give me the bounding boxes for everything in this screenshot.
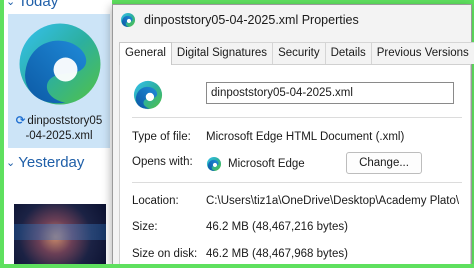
group-header-yesterday[interactable]: ⌄ Yesterday xyxy=(6,154,84,171)
type-value: Microsoft Edge HTML Document (.xml) xyxy=(206,131,405,143)
tab-general[interactable]: General xyxy=(119,42,172,65)
tab-previous-versions[interactable]: Previous Versions xyxy=(370,42,474,64)
general-panel: Type of file: Microsoft Edge HTML Docume… xyxy=(119,64,471,268)
divider xyxy=(132,117,462,118)
tab-digital-signatures[interactable]: Digital Signatures xyxy=(170,42,274,64)
frame-border xyxy=(0,264,474,268)
chevron-down-icon: ⌄ xyxy=(6,157,16,169)
opens-with-label: Opens with: xyxy=(132,156,193,168)
file-explorer-pane: ⌄ Today ⟳ dinpoststory05 -04-2025.xml ⌄ … xyxy=(4,0,112,264)
tab-security[interactable]: Security xyxy=(272,42,326,64)
file-name-label: ⟳ dinpoststory05 -04-2025.xml xyxy=(15,115,103,142)
edge-icon xyxy=(19,23,101,105)
size-on-disk-label: Size on disk: xyxy=(132,248,198,260)
group-label: Yesterday xyxy=(18,154,85,171)
edge-icon xyxy=(206,156,222,172)
edge-icon xyxy=(120,12,136,28)
tab-bar: General Digital Signatures Security Deta… xyxy=(119,42,474,65)
edge-icon xyxy=(133,80,163,110)
location-value: C:\Users\tiz1a\OneDrive\Desktop\Academy … xyxy=(206,195,460,207)
group-label: Today xyxy=(18,0,59,10)
dialog-title: dinpoststory05-04-2025.xml Properties xyxy=(144,13,359,27)
file-item-selected[interactable]: ⟳ dinpoststory05 -04-2025.xml xyxy=(8,14,110,148)
size-label: Size: xyxy=(132,221,158,233)
group-header-today[interactable]: ⌄ Today xyxy=(6,0,58,10)
divider xyxy=(132,182,462,183)
size-on-disk-value: 46.2 MB (48,467,968 bytes) xyxy=(206,248,348,260)
file-name-input[interactable] xyxy=(206,82,454,104)
location-label: Location: xyxy=(132,195,179,207)
tab-details[interactable]: Details xyxy=(324,42,372,64)
thumbnail-decoration xyxy=(14,224,106,240)
change-button[interactable]: Change... xyxy=(346,152,422,174)
opens-with-app: Microsoft Edge xyxy=(228,158,305,170)
dialog-titlebar[interactable]: dinpoststory05-04-2025.xml Properties xyxy=(113,5,471,35)
properties-dialog: dinpoststory05-04-2025.xml Properties Ge… xyxy=(112,4,474,268)
chevron-down-icon: ⌄ xyxy=(6,0,16,8)
opens-with-value: Microsoft Edge xyxy=(206,156,305,172)
type-label: Type of file: xyxy=(132,131,191,143)
sync-icon: ⟳ xyxy=(15,115,26,127)
size-value: 46.2 MB (48,467,216 bytes) xyxy=(206,221,348,233)
